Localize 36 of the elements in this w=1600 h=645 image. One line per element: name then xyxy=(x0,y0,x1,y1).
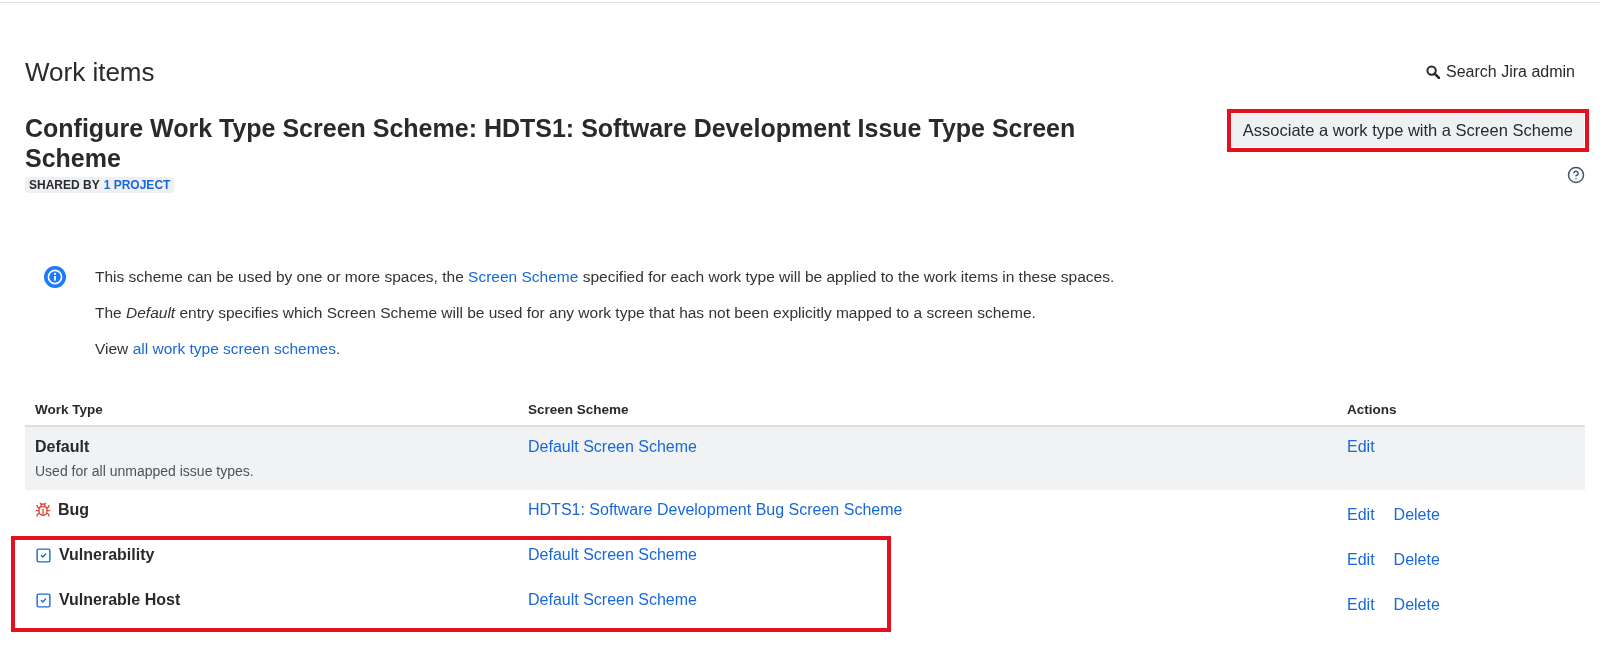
section-title: Work items xyxy=(25,57,155,87)
help-icon[interactable] xyxy=(1567,166,1585,184)
checkbox-icon xyxy=(35,546,52,564)
search-link[interactable]: Search Jira admin xyxy=(1426,62,1575,82)
page-title: Configure Work Type Screen Scheme: HDTS1: Software Development Issue Type Screen Scheme xyxy=(25,113,1077,173)
screen-scheme-link[interactable]: Default Screen Scheme xyxy=(528,438,697,455)
action-link[interactable]: Edit xyxy=(1347,437,1375,480)
column-header: Actions xyxy=(1346,401,1398,419)
work-type-name: Vulnerable Host xyxy=(59,590,181,610)
info-text: The Default entry specifies which Screen Scheme will be used for any work type that has not been explicitly mapped to a screen scheme. xyxy=(95,303,1037,323)
checkbox-icon xyxy=(35,591,52,609)
info-link[interactable]: all work type screen schemes xyxy=(132,340,336,357)
screen-scheme-link[interactable]: HDTS1: Software Development Bug Screen Scheme xyxy=(528,501,903,518)
column-header: Work Type xyxy=(34,401,104,419)
action-link[interactable]: Edit xyxy=(1347,595,1375,615)
action-link[interactable]: Delete xyxy=(1393,595,1440,615)
screen-scheme-link[interactable]: Default Screen Scheme xyxy=(528,591,697,608)
work-type-name: Vulnerability xyxy=(59,545,155,565)
bug-icon xyxy=(35,502,51,518)
info-text: View all work type screen schemes. xyxy=(95,339,342,359)
action-link[interactable]: Delete xyxy=(1393,550,1440,570)
action-link[interactable]: Delete xyxy=(1393,505,1440,525)
info-text: This scheme can be used by one or more spaces, the Screen Scheme specified for each work type will be applied to the work items in these spaces. xyxy=(95,267,1115,287)
action-link[interactable]: Edit xyxy=(1347,550,1375,570)
work-type-name: Default xyxy=(35,437,90,457)
search-icon xyxy=(1426,65,1441,79)
work-type-description: Used for all unmapped issue types. xyxy=(35,462,255,480)
associate-button[interactable]: Associate a work type with a Screen Scheme xyxy=(1231,114,1584,147)
info-icon xyxy=(44,266,66,288)
column-header: Screen Scheme xyxy=(527,401,630,419)
info-link[interactable]: Screen Scheme xyxy=(468,268,579,285)
work-type-name: Bug xyxy=(58,500,90,520)
project-link[interactable]: 1 PROJECT xyxy=(103,178,171,192)
action-link[interactable]: Edit xyxy=(1347,505,1375,525)
shared-by-label: SHARED BY xyxy=(29,178,100,192)
screen-scheme-link[interactable]: Default Screen Scheme xyxy=(528,546,697,563)
